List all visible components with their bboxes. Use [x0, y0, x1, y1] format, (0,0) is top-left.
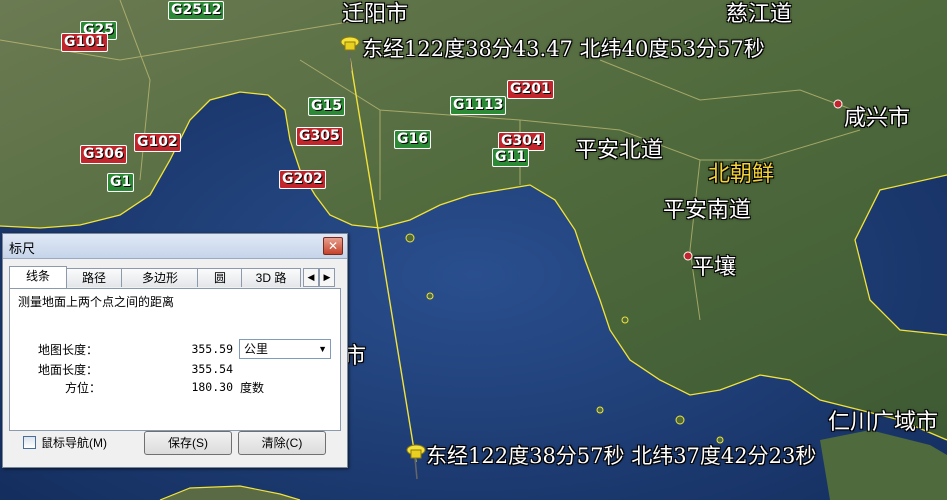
- tab-bar: 线条 路径 多边形 圆 3D 路 ◀ ▶: [9, 266, 339, 288]
- city-marker-pyongyang: [683, 251, 693, 261]
- pushpin-icon-end[interactable]: [404, 440, 428, 480]
- road-shield: G305: [296, 127, 343, 146]
- place-label: 平壤: [692, 255, 737, 280]
- clear-button[interactable]: 清除(C): [238, 431, 326, 455]
- road-shield: G2512: [168, 1, 225, 20]
- tab-scroll-left-icon[interactable]: ◀: [303, 268, 319, 287]
- road-shield: G15: [308, 97, 345, 116]
- unit-select[interactable]: 公里 ▼: [239, 339, 331, 359]
- heading-unit: 度数: [240, 381, 265, 395]
- place-label: 迁阳市: [342, 2, 409, 27]
- city-marker-hamhung: [833, 99, 843, 109]
- road-shield: G1113: [450, 96, 507, 115]
- mouse-nav-checkbox[interactable]: [23, 436, 36, 449]
- road-shield: G1: [107, 173, 135, 192]
- dialog-title: 标尺: [9, 241, 36, 256]
- ground-length-value: 355.54: [191, 362, 233, 376]
- road-shield: G102: [134, 133, 181, 152]
- tab-polygon[interactable]: 多边形: [121, 268, 199, 287]
- map-length-label: 地图长度：: [38, 343, 99, 357]
- heading-value: 180.30: [191, 380, 233, 394]
- road-shield: G101: [61, 33, 108, 52]
- save-button[interactable]: 保存(S): [144, 431, 232, 455]
- place-label: 平安南道: [663, 198, 752, 223]
- place-label: 咸兴市: [844, 106, 911, 131]
- tab-circle[interactable]: 圆: [197, 268, 243, 287]
- place-label: 慈江道: [726, 2, 793, 27]
- heading-label: 方位：: [65, 381, 102, 395]
- tab-panel: 测量地面上两个点之间的距离 地图长度： 355.59 公里 ▼ 地面长度： 35…: [9, 288, 341, 431]
- place-label: 北朝鲜: [708, 162, 775, 187]
- description: 测量地面上两个点之间的距离: [18, 295, 175, 309]
- road-shield: G201: [507, 80, 554, 99]
- tab-path[interactable]: 路径: [65, 268, 123, 287]
- road-shield: G306: [80, 145, 127, 164]
- place-label: 仁川广域市: [828, 410, 939, 435]
- tab-3d-path[interactable]: 3D 路: [241, 268, 301, 287]
- ground-length-label: 地面长度：: [38, 363, 99, 377]
- road-shield: G11: [492, 148, 529, 167]
- unit-select-value: 公里: [244, 342, 269, 356]
- close-icon[interactable]: ✕: [323, 237, 343, 255]
- start-coordinate-label: 东经122度38分43.47 北纬40度53分57秒: [362, 37, 765, 61]
- place-label: 平安北道: [575, 138, 664, 163]
- map-length-value: 355.59: [191, 342, 233, 356]
- ruler-dialog: 标尺 ✕ 线条 路径 多边形 圆 3D 路 ◀ ▶ 测量地面上两个点之间的距离 …: [2, 233, 348, 468]
- road-shield: G16: [394, 130, 431, 149]
- chevron-down-icon: ▼: [318, 344, 327, 354]
- pushpin-icon-start[interactable]: [338, 32, 362, 72]
- mouse-nav-label[interactable]: 鼠标导航(M): [41, 434, 107, 451]
- dialog-titlebar[interactable]: 标尺 ✕: [3, 234, 347, 259]
- tab-line[interactable]: 线条: [9, 266, 67, 288]
- end-coordinate-label: 东经122度38分57秒 北纬37度42分23秒: [426, 444, 817, 468]
- tab-scroll-right-icon[interactable]: ▶: [319, 268, 335, 287]
- road-shield: G202: [279, 170, 326, 189]
